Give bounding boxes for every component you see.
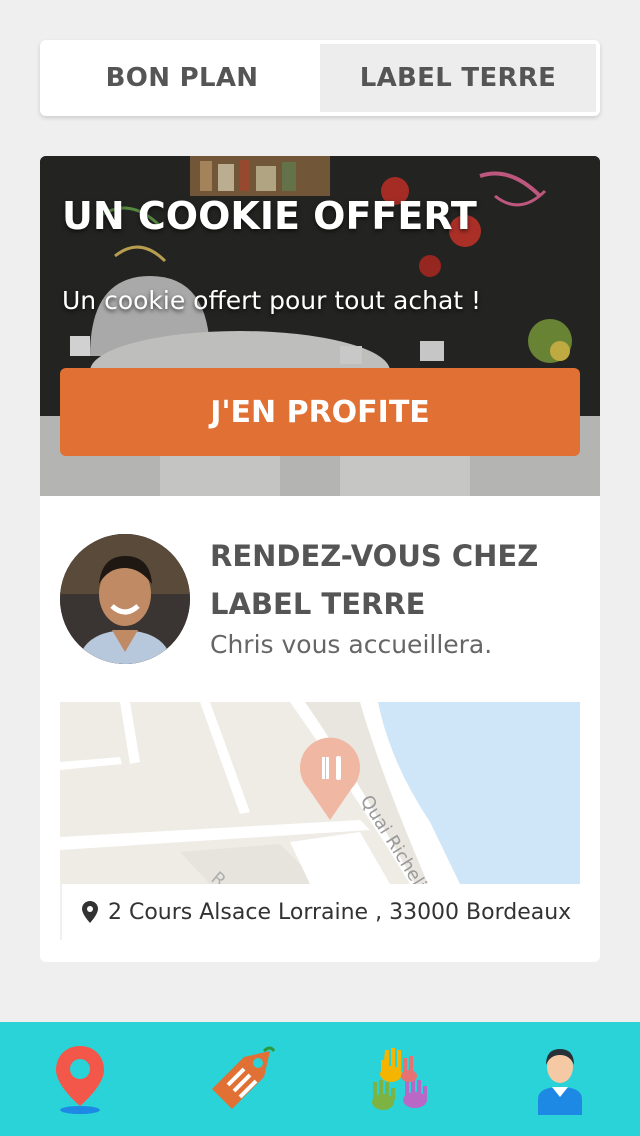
user-profile-icon [538,1049,582,1115]
host-section: RENDEZ-VOUS CHEZ LABEL TERRE Chris vous … [60,534,580,664]
address-text: 2 Cours Alsace Lorraine , 33000 Bordeaux [108,899,572,925]
offer-hero-image: UN COOKIE OFFERT Un cookie offert pour t… [40,156,600,496]
offer-title: UN COOKIE OFFERT [62,194,477,238]
location-pin-icon [82,901,98,923]
address-bar: 2 Cours Alsace Lorraine , 33000 Bordeaux [60,884,580,940]
price-tag-icon [212,1046,276,1109]
offer-card: UN COOKIE OFFERT Un cookie offert pour t… [40,156,600,962]
location-map[interactable]: Quai Richelieu R [60,702,580,884]
tab-bon-plan[interactable]: BON PLAN [44,44,320,112]
map-pin-icon [56,1046,104,1114]
host-avatar [60,534,190,664]
tab-bar: BON PLAN LABEL TERRE [40,40,600,116]
offer-subtitle: Un cookie offert pour tout achat ! [62,286,482,315]
nav-profile[interactable] [480,1022,640,1136]
host-subtitle: Chris vous accueillera. [210,630,493,659]
bottom-nav [0,1022,640,1136]
hands-icon [372,1048,427,1110]
map-tiles: Quai Richelieu R [60,702,580,884]
host-portrait-image [60,534,190,664]
nav-map[interactable] [0,1022,160,1136]
tab-label-terre[interactable]: LABEL TERRE [320,44,596,112]
host-title: RENDEZ-VOUS CHEZ LABEL TERRE [210,539,539,621]
claim-offer-button[interactable]: J'EN PROFITE [60,368,580,456]
nav-community[interactable] [320,1022,480,1136]
nav-deals[interactable] [160,1022,320,1136]
